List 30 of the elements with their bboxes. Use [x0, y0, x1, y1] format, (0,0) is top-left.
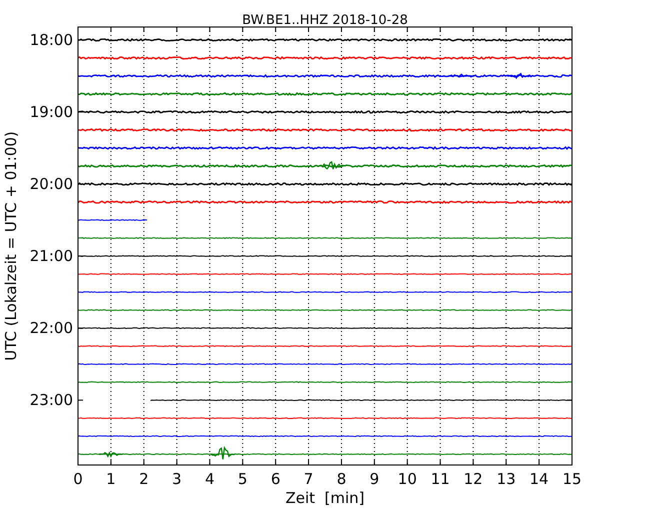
x-tick-label: 1 — [106, 470, 116, 488]
tremor-drawing — [98, 451, 123, 458]
tremor-drawing — [448, 74, 472, 78]
x-tick-label: 2 — [139, 470, 149, 488]
x-tick-label: 3 — [172, 470, 182, 488]
chart-title: BW.BE1..HHZ 2018-10-28 — [242, 13, 408, 28]
x-tick-label: 4 — [204, 470, 214, 488]
y-tick-label: 19:00 — [30, 103, 73, 121]
y-tick-label: 23:00 — [30, 391, 73, 410]
x-tick-label: 7 — [304, 470, 314, 488]
x-axis-label: Zeit [min] — [285, 489, 365, 507]
y-axis-label: UTC (Lokalzeit = UTC + 01:00) — [2, 131, 20, 361]
tremor-drawing — [507, 72, 532, 80]
x-tick-label: 9 — [370, 470, 380, 488]
x-tick-label: 11 — [430, 470, 450, 488]
x-tick-label: 0 — [73, 470, 83, 488]
x-tick-label: 8 — [336, 470, 346, 488]
x-tick-label: 13 — [496, 470, 516, 488]
tremor-drawing — [319, 160, 344, 170]
y-tick-label: 20:00 — [30, 175, 73, 194]
y-tick-label: 22:00 — [30, 319, 73, 338]
x-tick-label: 5 — [238, 470, 248, 488]
x-tick-label: 12 — [464, 470, 483, 488]
y-tick-label: 21:00 — [30, 247, 73, 266]
x-tick-label: 14 — [530, 470, 549, 488]
x-tick-label: 10 — [398, 470, 417, 488]
x-tick-label: 15 — [562, 470, 582, 488]
y-tick-label: 18:00 — [30, 30, 73, 49]
x-tick-label: 6 — [270, 470, 280, 488]
tremor-drawing — [210, 446, 236, 460]
